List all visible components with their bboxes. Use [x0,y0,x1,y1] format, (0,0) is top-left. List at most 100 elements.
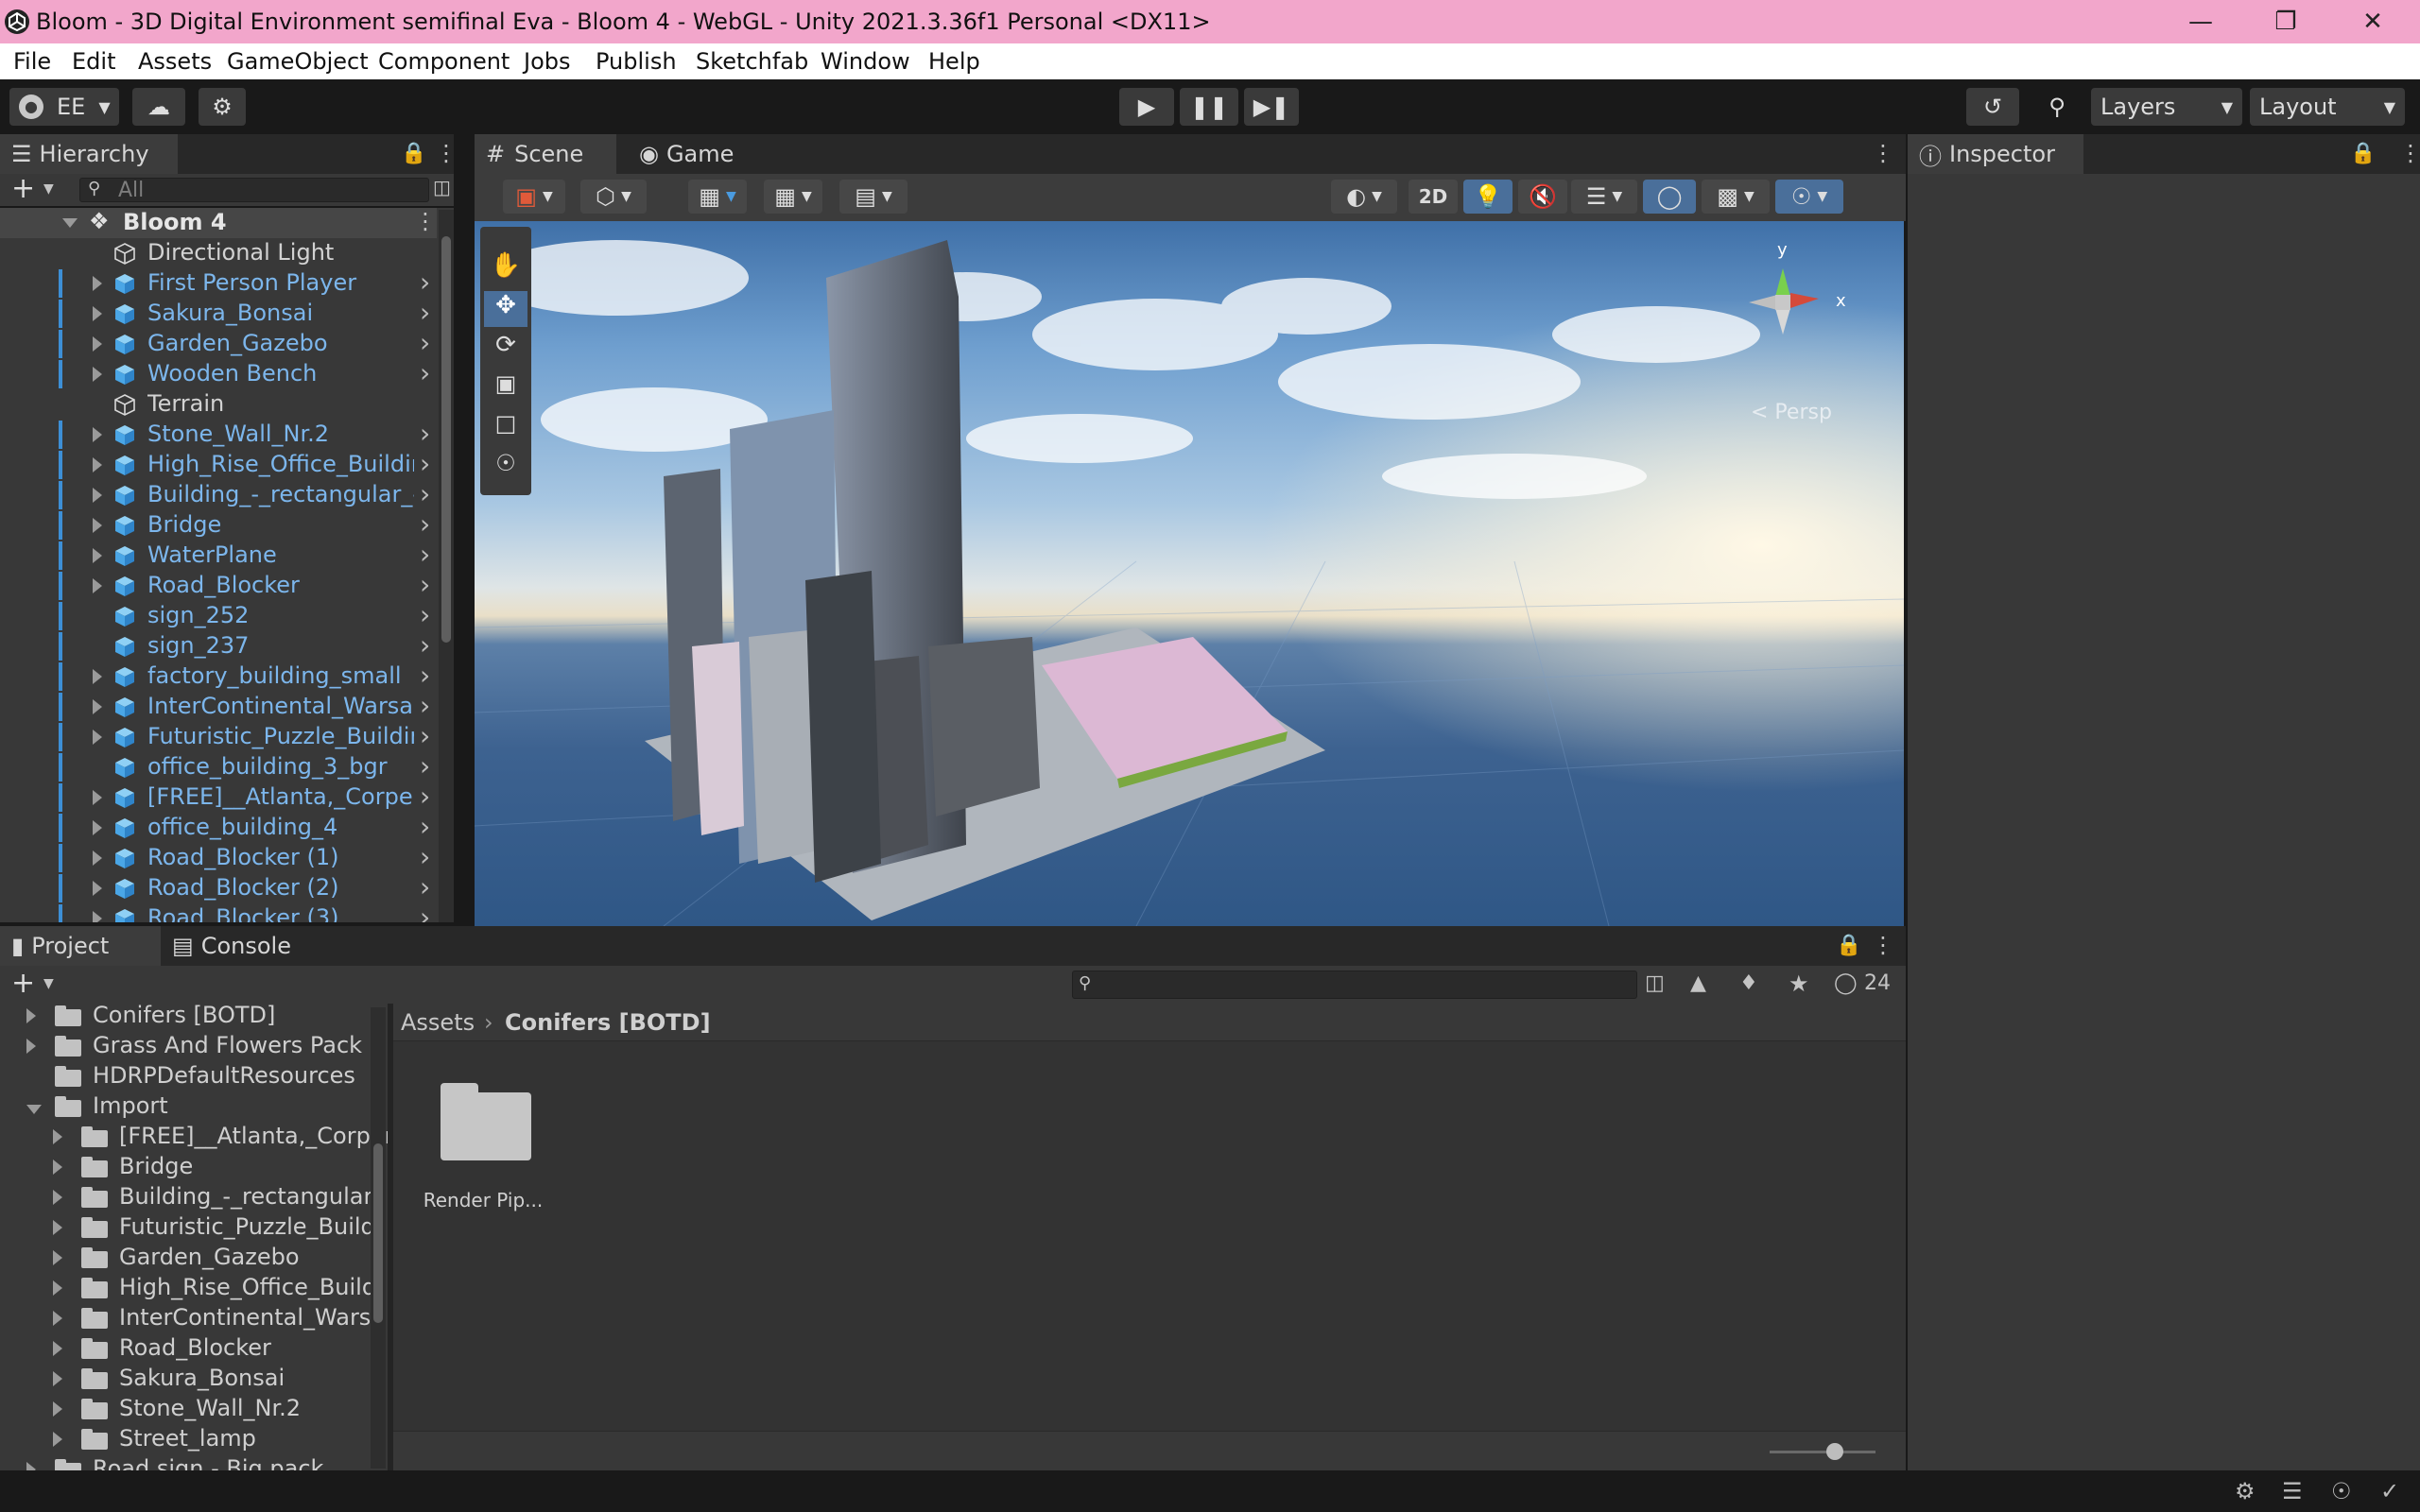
open-prefab-chevron-icon[interactable]: › [420,297,430,328]
project-folder-item[interactable]: Grass And Flowers Pack 1 [26,1032,384,1062]
expand-arrow-icon[interactable] [93,518,102,533]
expand-arrow-icon[interactable] [93,730,102,745]
draw-mode-dropdown[interactable]: ▣ ▼ [503,180,565,214]
open-prefab-chevron-icon[interactable]: › [420,720,430,751]
open-prefab-chevron-icon[interactable]: › [420,841,430,872]
expand-arrow-icon[interactable] [53,1129,62,1144]
expand-arrow-icon[interactable] [93,336,102,352]
project-folder-item[interactable]: Street_lamp [53,1425,256,1455]
menu-assets[interactable]: Assets [138,48,212,75]
restore-button[interactable]: ❐ [2242,0,2329,43]
hierarchy-item[interactable]: Sakura_Bonsai › [0,297,437,329]
project-folder-item[interactable]: Bridge [53,1153,193,1183]
debug-bug-icon[interactable]: ⚙ [2235,1478,2256,1504]
hierarchy-item[interactable]: sign_252 › [0,599,437,631]
pause-button[interactable]: ❚❚ [1180,88,1238,126]
open-prefab-chevron-icon[interactable]: › [420,750,430,782]
tab-game[interactable]: ◉ Game [628,134,751,174]
hierarchy-item[interactable]: Stone_Wall_Nr.2 › [0,418,437,450]
expand-arrow-icon[interactable] [53,1432,62,1447]
hierarchy-item[interactable]: Road_Blocker (3) › [0,902,437,922]
expand-arrow-icon[interactable] [53,1160,62,1175]
expand-arrow-icon[interactable] [93,578,102,593]
network-icon[interactable]: ☉ [2331,1478,2352,1504]
scene-viewport[interactable]: ✋ ✥ ⟳ ▣ □ ☉ y x < Persp [475,221,1904,926]
expand-arrow-icon[interactable] [53,1250,62,1265]
menu-help[interactable]: Help [928,48,980,75]
play-button[interactable]: ▶ [1119,88,1174,126]
effects-dropdown[interactable]: ☰ ▼ [1571,180,1637,214]
add-icon[interactable]: + [11,174,35,204]
hierarchy-search-input[interactable]: ⚲ All [79,178,429,202]
chevron-down-icon[interactable]: ▼ [43,181,54,197]
ruler-dropdown[interactable]: ▤ ▼ [839,180,908,214]
expand-arrow-icon[interactable] [93,548,102,563]
hierarchy-item[interactable]: WaterPlane › [0,539,437,571]
project-folder-item[interactable]: Road_Blocker [53,1334,271,1365]
collab-button[interactable]: ⚙ [199,88,246,126]
scale-tool-button[interactable]: ▣ [484,370,527,406]
expand-arrow-icon[interactable] [93,850,102,866]
add-icon[interactable]: + [11,968,35,1000]
open-prefab-chevron-icon[interactable]: › [420,418,430,449]
menu-file[interactable]: File [13,48,51,75]
lock-icon[interactable]: 🔒 [2350,142,2376,165]
undo-history-button[interactable]: ↺ [1966,88,2019,126]
project-folder-item[interactable]: Futuristic_Puzzle_Buildi [53,1213,381,1244]
expand-arrow-icon[interactable] [93,790,102,805]
audio-toggle-button[interactable]: 🔇 [1518,180,1567,214]
hierarchy-item[interactable]: First Person Player › [0,266,437,299]
search-scope-icon[interactable]: ◫ [1645,971,1665,995]
layout-dropdown[interactable]: Layout ▼ [2250,88,2405,126]
expand-arrow-icon[interactable] [53,1190,62,1205]
expand-arrow-icon[interactable] [53,1341,62,1356]
project-folder-item[interactable]: Road sign - Big pack [26,1455,323,1470]
favorite-star-icon[interactable]: ★ [1789,971,1809,997]
project-folder-item[interactable]: Sakura_Bonsai [53,1365,285,1395]
scene-picker-icon[interactable]: ◫ [433,176,451,198]
hierarchy-scrollbar[interactable] [439,210,454,922]
more-menu-icon[interactable]: ⋮ [1872,140,1894,166]
open-prefab-chevron-icon[interactable]: › [420,811,430,842]
icon-size-slider[interactable] [1770,1443,1876,1460]
more-menu-icon[interactable]: ⋮ [435,140,458,166]
open-prefab-chevron-icon[interactable]: › [420,478,430,509]
hierarchy-item[interactable]: office_building_4 › [0,811,437,843]
expand-arrow-icon[interactable] [93,367,102,382]
hierarchy-item[interactable]: office_building_3_bgr › [0,750,437,782]
expand-arrow-icon[interactable] [26,1008,36,1023]
open-prefab-chevron-icon[interactable]: › [420,599,430,630]
project-folder-item[interactable]: Conifers [BOTD] [26,1004,275,1032]
menu-gameobject[interactable]: GameObject [227,48,369,75]
close-button[interactable]: ✕ [2329,0,2416,43]
scrollbar-thumb[interactable] [373,1143,383,1323]
expand-arrow-icon[interactable] [93,699,102,714]
step-button[interactable]: ▶❚ [1244,88,1299,126]
render-mode-dropdown[interactable]: ⬡ ▼ [580,180,647,214]
hidden-packages-icon[interactable]: ◯ [1834,971,1858,995]
expand-arrow-icon[interactable] [26,1105,42,1114]
rect-tool-button[interactable]: □ [484,410,527,446]
open-prefab-chevron-icon[interactable]: › [420,266,430,298]
projection-label[interactable]: < Persp [1751,401,1832,424]
expand-arrow-icon[interactable] [93,820,102,835]
hierarchy-item[interactable]: factory_building_small › [0,660,437,692]
progress-check-icon[interactable]: ✓ [2380,1478,2399,1504]
project-folder-item[interactable]: Garden_Gazebo [53,1244,300,1274]
asset-item[interactable]: Render Pip... [422,1083,544,1211]
hierarchy-item[interactable]: Directional Light [0,238,437,268]
tab-project[interactable]: ▮ Project [0,926,161,966]
expand-arrow-icon[interactable] [53,1401,62,1417]
open-prefab-chevron-icon[interactable]: › [420,871,430,902]
grid-snap-dropdown[interactable]: ▦ ▼ [688,180,747,214]
minimize-button[interactable]: — [2157,0,2244,43]
search-button[interactable]: ⚲ [2031,88,2083,126]
more-menu-icon[interactable]: ⋮ [2399,140,2420,166]
project-search-input[interactable]: ⚲ [1072,971,1637,999]
open-prefab-chevron-icon[interactable]: › [420,660,430,691]
open-prefab-chevron-icon[interactable]: › [420,448,430,479]
open-prefab-chevron-icon[interactable]: › [420,629,430,661]
cloud-button[interactable]: ☁ [132,88,185,126]
open-prefab-chevron-icon[interactable]: › [420,902,430,922]
expand-arrow-icon[interactable] [53,1311,62,1326]
